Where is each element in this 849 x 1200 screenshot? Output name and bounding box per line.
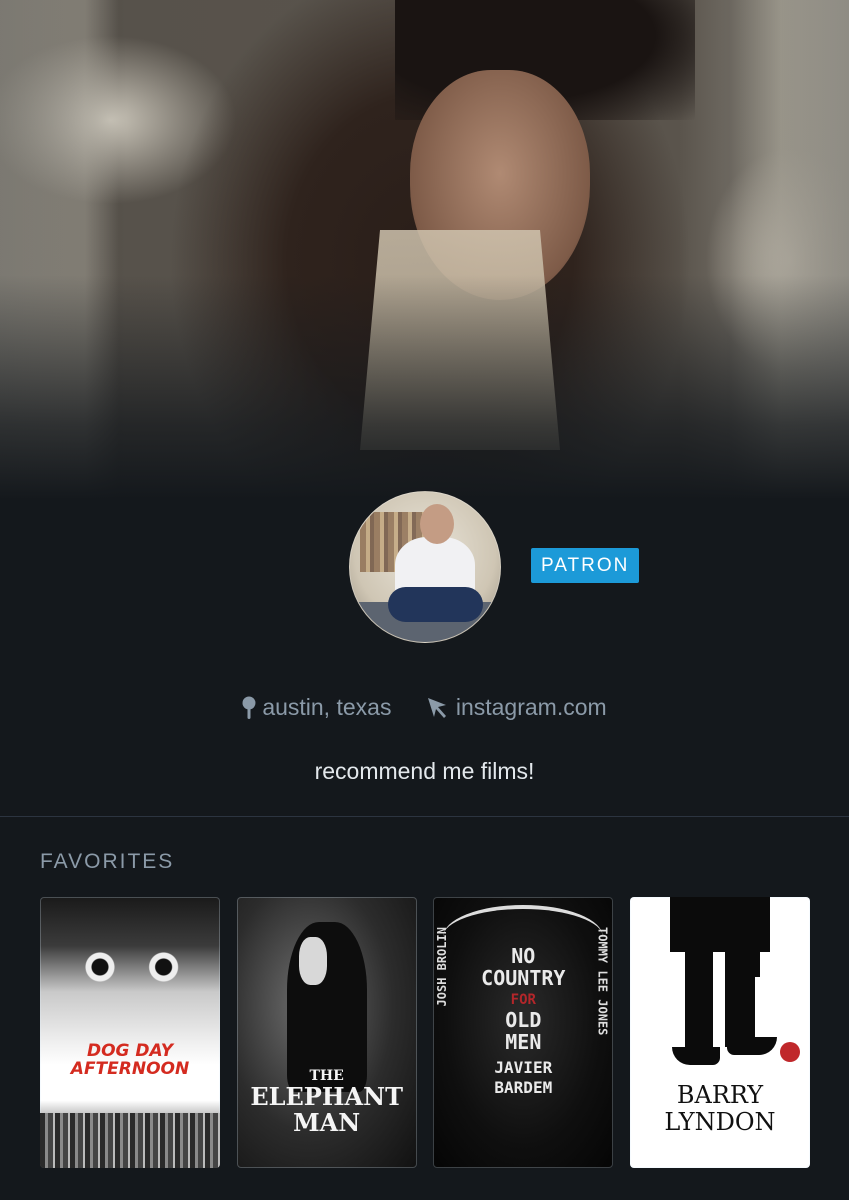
poster-title-line: NO: [511, 944, 536, 968]
poster-title-line: ELEPHANT: [250, 1082, 403, 1111]
favorites-heading: FAVORITES: [40, 850, 175, 873]
favorite-poster-dog-day-afternoon[interactable]: DOG DAY AFTERNOON: [40, 897, 220, 1168]
poster-title-line: OLD: [505, 1008, 542, 1032]
favorite-poster-the-elephant-man[interactable]: THE ELEPHANT MAN: [236, 897, 417, 1168]
poster-title-line: MEN: [505, 1030, 542, 1054]
poster-title-line: LYNDON: [664, 1108, 776, 1136]
poster-title-line: AFTERNOON: [70, 1059, 190, 1079]
website-label[interactable]: instagram.com: [456, 694, 607, 721]
poster-credit: BARDEM: [494, 1078, 553, 1097]
section-divider: [0, 816, 849, 817]
favorites-list: DOG DAY AFTERNOON THE ELEPHANT MAN JOSH …: [40, 897, 810, 1168]
location-pin-icon: [242, 696, 256, 719]
poster-title-line: MAN: [293, 1108, 361, 1137]
poster-title-line: COUNTRY: [481, 966, 566, 990]
poster-title-line: BARRY: [676, 1081, 764, 1109]
favorite-poster-no-country-for-old-men[interactable]: JOSH BROLIN TOMMY LEE JONES NO COUNTRY F…: [433, 897, 614, 1168]
cursor-arrow-icon: [427, 697, 446, 718]
profile-meta: austin, texas instagram.com: [0, 694, 849, 726]
profile-backdrop-image: [0, 0, 849, 500]
website-link[interactable]: instagram.com: [426, 694, 607, 721]
location-label: austin, texas: [262, 694, 392, 720]
avatar[interactable]: [349, 491, 501, 643]
rose-icon: [779, 1042, 800, 1062]
poster-credit: JAVIER: [494, 1058, 553, 1077]
patron-badge[interactable]: PATRON: [531, 548, 640, 583]
location: austin, texas: [242, 694, 391, 721]
profile-bio: recommend me films!: [314, 758, 535, 784]
poster-title-line: DOG DAY: [86, 1041, 174, 1061]
favorite-poster-barry-lyndon[interactable]: BARRY LYNDON: [629, 897, 810, 1168]
